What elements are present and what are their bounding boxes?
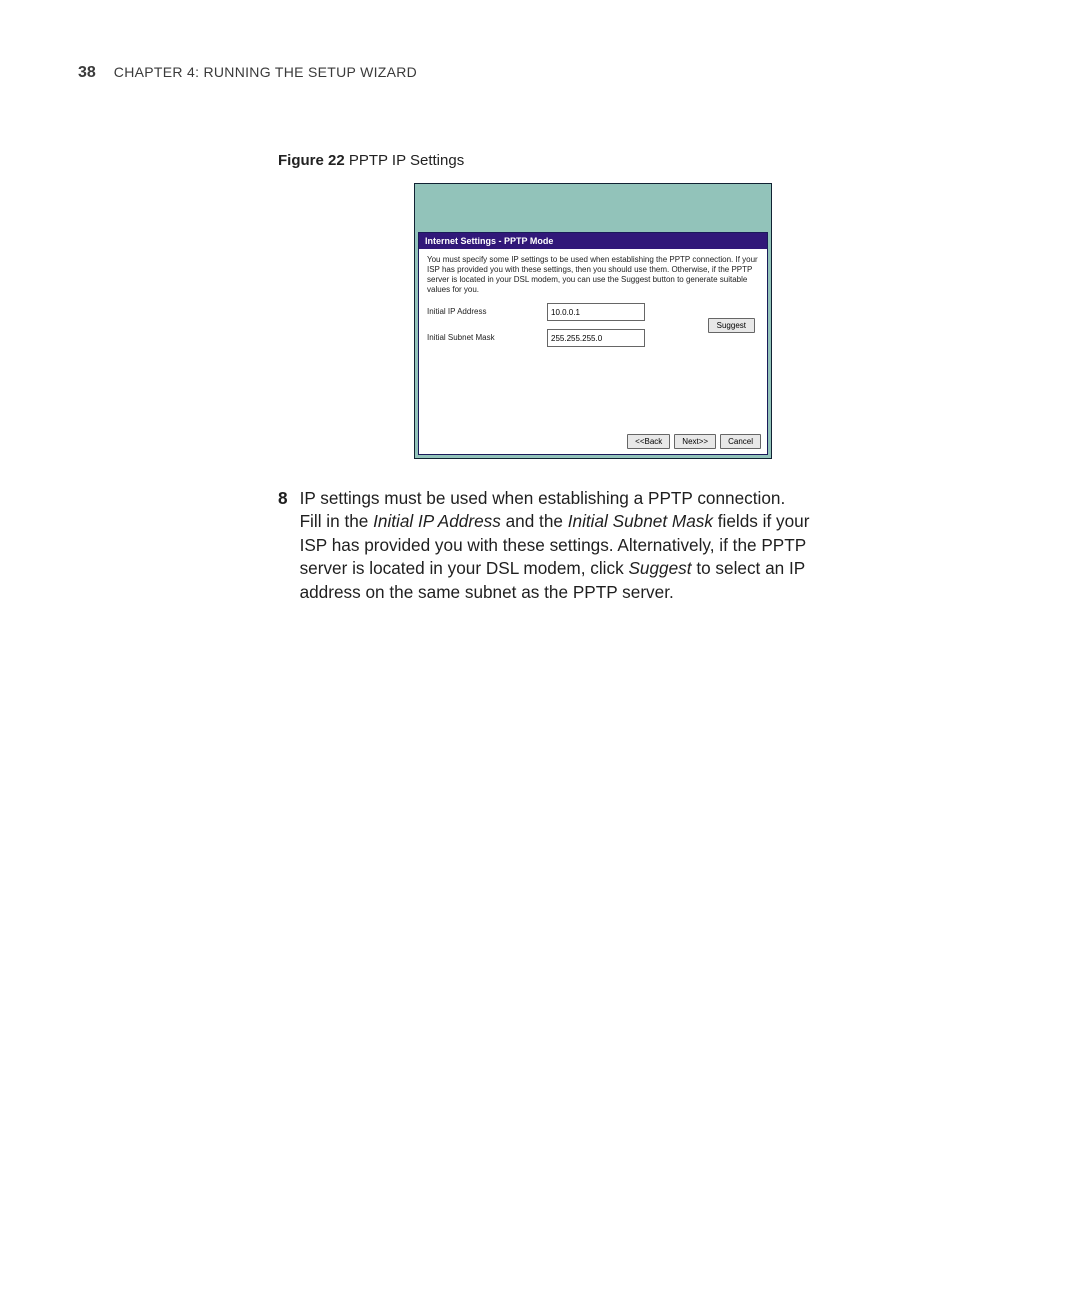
ip-address-input[interactable] xyxy=(547,303,645,321)
back-button[interactable]: <<Back xyxy=(627,434,670,449)
step-text: IP settings must be used when establishi… xyxy=(300,487,812,604)
screenshot-pptp-settings: Internet Settings - PPTP Mode You must s… xyxy=(414,183,772,459)
figure-caption: Figure 22 PPTP IP Settings xyxy=(278,152,1002,169)
step-number: 8 xyxy=(278,487,288,510)
subnet-mask-input[interactable] xyxy=(547,329,645,347)
page-number: 38 xyxy=(78,64,96,82)
settings-panel: Internet Settings - PPTP Mode You must s… xyxy=(418,232,768,455)
ip-address-label: Initial IP Address xyxy=(427,307,547,317)
chapter-title: CHAPTER 4: RUNNING THE SETUP WIZARD xyxy=(114,64,417,80)
subnet-mask-label: Initial Subnet Mask xyxy=(427,333,547,343)
panel-description: You must specify some IP settings to be … xyxy=(427,255,759,295)
running-header: 38 CHAPTER 4: RUNNING THE SETUP WIZARD xyxy=(78,64,1002,82)
panel-title: Internet Settings - PPTP Mode xyxy=(419,233,767,249)
suggest-button[interactable]: Suggest xyxy=(708,318,755,333)
step-8: 8 IP settings must be used when establis… xyxy=(278,487,1002,604)
cancel-button[interactable]: Cancel xyxy=(720,434,761,449)
next-button[interactable]: Next>> xyxy=(674,434,716,449)
